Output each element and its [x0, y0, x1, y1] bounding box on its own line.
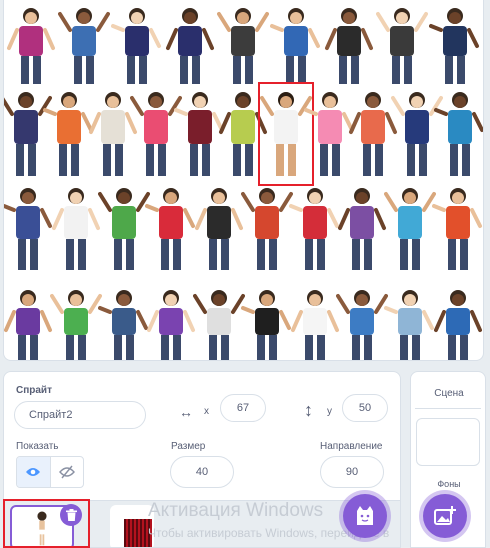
costume-tile[interactable] — [289, 180, 341, 276]
size-label: Размер — [171, 441, 206, 452]
stage-thumbnail[interactable] — [416, 418, 480, 466]
costume-tile[interactable] — [111, 0, 163, 88]
backdrops-label: Фоны — [437, 479, 461, 489]
character-figure — [338, 188, 386, 270]
costume-tile[interactable] — [58, 0, 110, 88]
character-figure — [336, 290, 388, 360]
character-figure — [217, 8, 269, 84]
direction-label: Направление — [320, 441, 383, 452]
character-figure — [193, 290, 245, 360]
sprite-thumbnail[interactable] — [110, 505, 154, 547]
eye-off-icon — [58, 465, 75, 479]
character-figure — [291, 290, 339, 360]
character-figure — [376, 8, 428, 84]
character-figure — [241, 188, 293, 270]
costume-tile[interactable] — [432, 180, 483, 276]
costume-tile[interactable] — [164, 0, 216, 88]
costume-tile[interactable] — [289, 282, 341, 360]
character-figure — [111, 8, 161, 84]
character-figure — [147, 290, 195, 360]
direction-input[interactable]: 90 — [320, 456, 384, 488]
cat-add-icon — [357, 506, 373, 525]
costume-tile[interactable] — [217, 0, 269, 88]
costume-tile[interactable] — [336, 282, 388, 360]
sprite-name-input[interactable]: Спрайт2 — [14, 401, 146, 429]
character-figure — [432, 188, 482, 270]
stage-label: Сцена — [434, 388, 464, 399]
character-figure — [50, 290, 102, 360]
image-add-icon — [434, 506, 456, 525]
costume-tile[interactable] — [193, 180, 245, 276]
costume-tile[interactable] — [5, 0, 57, 88]
costume-tile[interactable] — [98, 282, 150, 360]
sprite-label: Спрайт — [16, 385, 52, 396]
delete-sprite-button[interactable] — [60, 504, 82, 526]
costume-tile[interactable] — [145, 180, 197, 276]
character-figure — [145, 188, 195, 270]
character-figure — [98, 188, 150, 270]
costume-tile[interactable] — [336, 180, 388, 276]
costume-tile[interactable] — [145, 282, 197, 360]
character-figure — [52, 188, 100, 270]
costume-tile[interactable] — [4, 180, 54, 276]
costume-tile[interactable] — [384, 282, 436, 360]
show-button[interactable] — [17, 457, 51, 487]
character-figure — [270, 8, 320, 84]
eye-icon — [26, 468, 41, 476]
costume-tile[interactable] — [384, 180, 436, 276]
character-figure — [98, 290, 148, 360]
costume-tile[interactable] — [98, 180, 150, 276]
size-input[interactable]: 40 — [170, 456, 234, 488]
costume-tile[interactable] — [241, 282, 293, 360]
costume-tile[interactable] — [434, 84, 483, 184]
character-figure — [384, 188, 436, 270]
y-input[interactable]: 50 — [342, 394, 388, 422]
add-backdrop-button[interactable] — [423, 494, 467, 538]
character-figure — [384, 290, 434, 360]
costume-tile[interactable] — [323, 0, 375, 88]
costume-tile[interactable] — [429, 0, 481, 88]
costume-tile[interactable] — [241, 180, 293, 276]
hide-button[interactable] — [51, 457, 84, 487]
character-figure — [289, 188, 339, 270]
character-figure — [4, 188, 52, 270]
character-figure — [434, 92, 483, 176]
character-figure — [241, 290, 291, 360]
x-input[interactable]: 67 — [220, 394, 266, 422]
trash-icon — [65, 509, 77, 521]
y-label: y — [327, 406, 332, 417]
character-figure — [429, 8, 479, 84]
character-figure — [195, 188, 243, 270]
show-label: Показать — [16, 441, 59, 452]
add-sprite-button[interactable] — [343, 494, 387, 538]
sprite-library-grid — [3, 0, 484, 361]
costume-tile[interactable] — [4, 282, 54, 360]
character-figure — [325, 8, 373, 84]
y-arrows-icon: ↕ — [304, 400, 313, 420]
x-label: x — [204, 406, 209, 417]
costume-tile[interactable] — [432, 282, 483, 360]
costume-tile[interactable] — [50, 282, 102, 360]
costume-tile[interactable] — [50, 180, 102, 276]
costume-tile[interactable] — [270, 0, 322, 88]
costume-tile[interactable] — [193, 282, 245, 360]
visibility-toggle — [16, 456, 84, 488]
character-figure — [434, 290, 482, 360]
x-arrows-icon: ↔ — [179, 404, 193, 420]
character-figure — [58, 8, 110, 84]
character-figure — [166, 8, 214, 84]
character-figure — [4, 290, 52, 360]
costume-tile[interactable] — [376, 0, 428, 88]
character-figure — [7, 8, 55, 84]
